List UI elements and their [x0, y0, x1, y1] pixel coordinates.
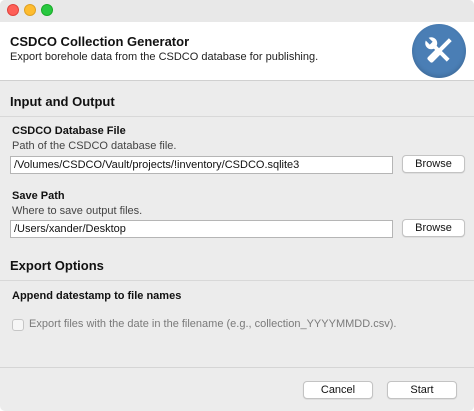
browse-save-button[interactable]: Browse: [402, 219, 465, 237]
section-title-export-options: Export Options: [10, 258, 104, 273]
browse-database-button[interactable]: Browse: [402, 155, 465, 173]
database-file-help: Path of the CSDCO database file.: [12, 140, 177, 152]
datestamp-checkbox-label[interactable]: Export files with the date in the filena…: [29, 318, 396, 330]
database-file-input[interactable]: [10, 156, 393, 174]
header-banner: CSDCO Collection Generator Export boreho…: [0, 22, 474, 81]
datestamp-checkbox[interactable]: [12, 319, 24, 331]
app-window: CSDCO Collection Generator Export boreho…: [0, 0, 474, 411]
section-divider: [0, 280, 474, 281]
save-path-label: Save Path: [12, 190, 65, 202]
app-title: CSDCO Collection Generator: [10, 34, 190, 49]
cancel-button[interactable]: Cancel: [303, 381, 373, 399]
minimize-window-button[interactable]: [24, 4, 36, 16]
save-path-help: Where to save output files.: [12, 205, 143, 217]
database-file-label: CSDCO Database File: [12, 125, 126, 137]
section-title-input-output: Input and Output: [10, 94, 115, 109]
app-subtitle: Export borehole data from the CSDCO data…: [10, 51, 319, 63]
section-divider: [0, 116, 474, 117]
datestamp-label: Append datestamp to file names: [12, 290, 182, 302]
start-button[interactable]: Start: [387, 381, 457, 399]
maximize-window-button[interactable]: [41, 4, 53, 16]
footer-divider: [0, 367, 474, 368]
save-path-input[interactable]: [10, 220, 393, 238]
title-bar: [0, 0, 474, 22]
tools-icon: [412, 24, 466, 78]
close-window-button[interactable]: [7, 4, 19, 16]
